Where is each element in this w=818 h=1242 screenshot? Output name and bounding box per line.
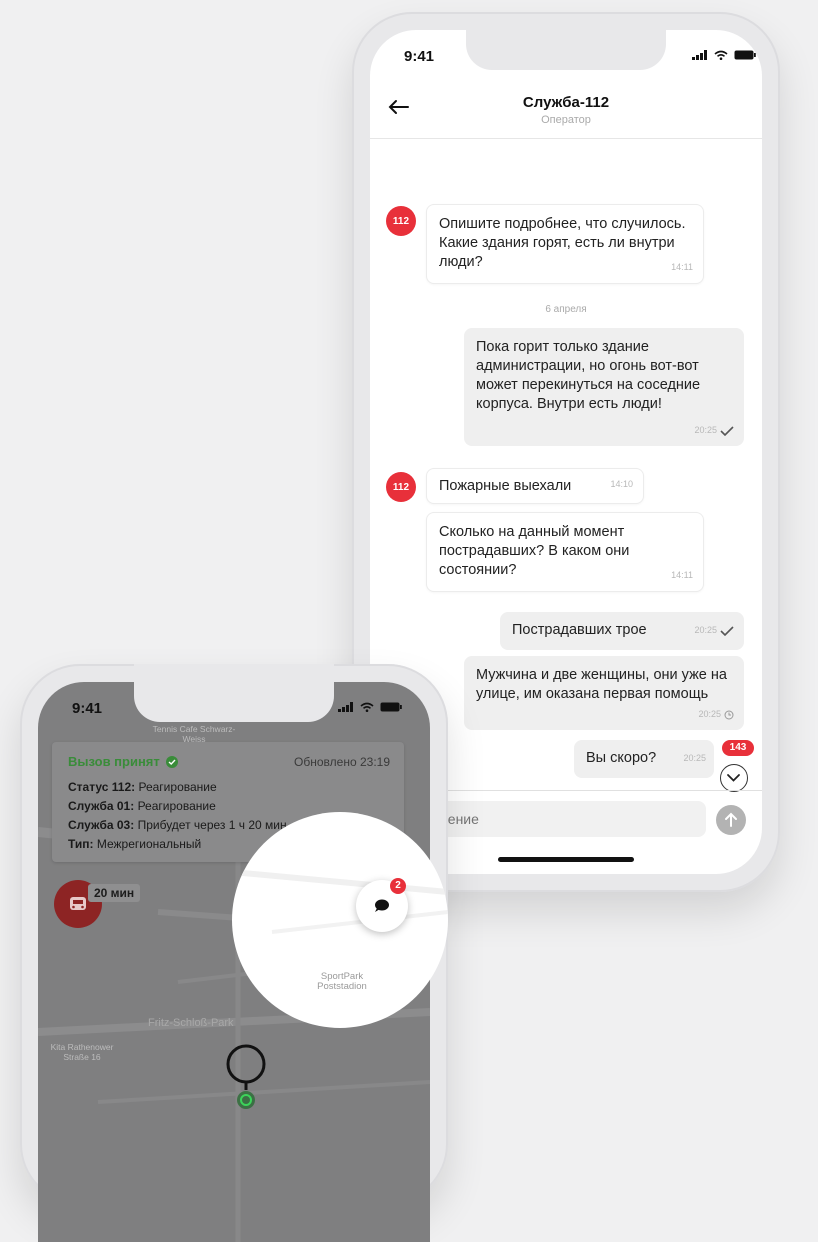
status-icons — [338, 702, 402, 712]
message-bubble[interactable]: Сколько на данный момент пострадавших? В… — [426, 512, 704, 592]
status-icons — [692, 50, 756, 60]
status-row: Служба 01: Реагирование — [68, 799, 216, 813]
message-time: 14:11 — [671, 570, 693, 580]
row-label: Служба 01: — [68, 799, 135, 813]
message-time: 20:25 — [694, 625, 717, 635]
map-label-cafe: Tennis Cafe Schwarz-Weiss — [152, 724, 236, 744]
message-meta: 20:25 — [698, 705, 734, 724]
message-bubble[interactable]: Пострадавших трое 20:25 — [500, 612, 744, 650]
send-button[interactable] — [716, 805, 746, 835]
message-bubble[interactable]: Пожарные выехали 14:10 — [426, 468, 644, 504]
chat-unread-badge: 2 — [390, 878, 406, 894]
message-text: Вы скоро? — [586, 750, 657, 766]
message-time: 14:10 — [610, 479, 633, 489]
operator-avatar: 112 — [386, 472, 416, 502]
message-time: 20:25 — [683, 753, 706, 763]
map-label-sportpark: SportPark Poststadion — [317, 971, 367, 992]
scroll-down-button[interactable] — [720, 764, 748, 792]
notch-outer — [134, 664, 334, 704]
wifi-icon — [714, 50, 728, 60]
message-time: 20:25 — [698, 709, 721, 719]
chevron-down-icon — [727, 774, 740, 782]
map-label-kita: Kita Rathenower Straße 16 — [50, 1042, 114, 1062]
wifi-icon — [360, 702, 374, 712]
status-time: 9:41 — [72, 700, 103, 717]
check-icon — [720, 425, 734, 436]
message-time: 20:25 — [694, 425, 717, 435]
message-bubble[interactable]: Опишите подробнее, что случилось. Какие … — [426, 204, 704, 284]
updated-time: Обновлено 23:19 — [294, 755, 390, 769]
status-row: Тип: Межрегиональный — [68, 837, 201, 851]
message-meta: 20:25 — [694, 421, 734, 440]
home-indicator — [498, 857, 634, 862]
row-label: Статус 112: — [68, 780, 136, 794]
message-text: Мужчина и две женщины, они уже на улице,… — [476, 667, 727, 702]
row-value: Реагирование — [138, 780, 217, 794]
message-text: Сколько на данный момент пострадавших? В… — [439, 524, 630, 578]
row-label: Служба 03: — [68, 818, 135, 832]
map-label-street: Fritz-Schloß-Park — [148, 1017, 234, 1029]
notch — [466, 30, 666, 70]
message-time: 14:11 — [671, 262, 693, 272]
unread-count-badge: 143 — [722, 740, 754, 756]
message-bubble[interactable]: Вы скоро? 20:25 — [574, 740, 714, 778]
check-icon — [720, 625, 734, 636]
map-zoom-background — [232, 869, 448, 934]
call-accepted-label: Вызов принят — [68, 754, 160, 769]
message-bubble[interactable]: Пока горит только здание администрации, … — [464, 328, 744, 446]
message-text: Опишите подробнее, что случилось. Какие … — [439, 216, 686, 270]
call-accepted-title: Вызов принят — [68, 754, 178, 769]
eta-label: 20 мин — [88, 884, 141, 902]
date-separator: 6 апреля — [545, 304, 587, 315]
row-value: Реагирование — [137, 799, 216, 813]
message-text: Пожарные выехали — [439, 478, 572, 494]
row-label: Тип: — [68, 837, 94, 851]
chat-subtitle: Оператор — [541, 114, 591, 126]
location-pin-icon[interactable] — [222, 1042, 270, 1112]
battery-icon — [380, 702, 402, 712]
message-text: Пока горит только здание администрации, … — [476, 339, 701, 412]
operator-avatar: 112 — [386, 206, 416, 236]
battery-icon — [734, 50, 756, 60]
message-meta: 20:25 — [694, 621, 734, 640]
row-value: Межрегиональный — [96, 837, 202, 851]
status-row: Статус 112: Реагирование — [68, 780, 217, 794]
check-circle-icon — [165, 755, 178, 768]
chat-header: Служба-112 Оператор — [370, 78, 762, 139]
clock-icon — [724, 710, 734, 719]
signal-icon — [692, 50, 707, 60]
zoom-magnifier: 2 SportPark Poststadion — [232, 812, 448, 1028]
message-text: Пострадавших трое — [512, 622, 647, 638]
chat-title: Служба-112 — [522, 94, 610, 111]
status-time: 9:41 — [404, 48, 435, 65]
message-bubble[interactable]: Мужчина и две женщины, они уже на улице,… — [464, 656, 744, 730]
signal-icon — [338, 702, 353, 712]
arrow-up-icon — [725, 812, 737, 827]
